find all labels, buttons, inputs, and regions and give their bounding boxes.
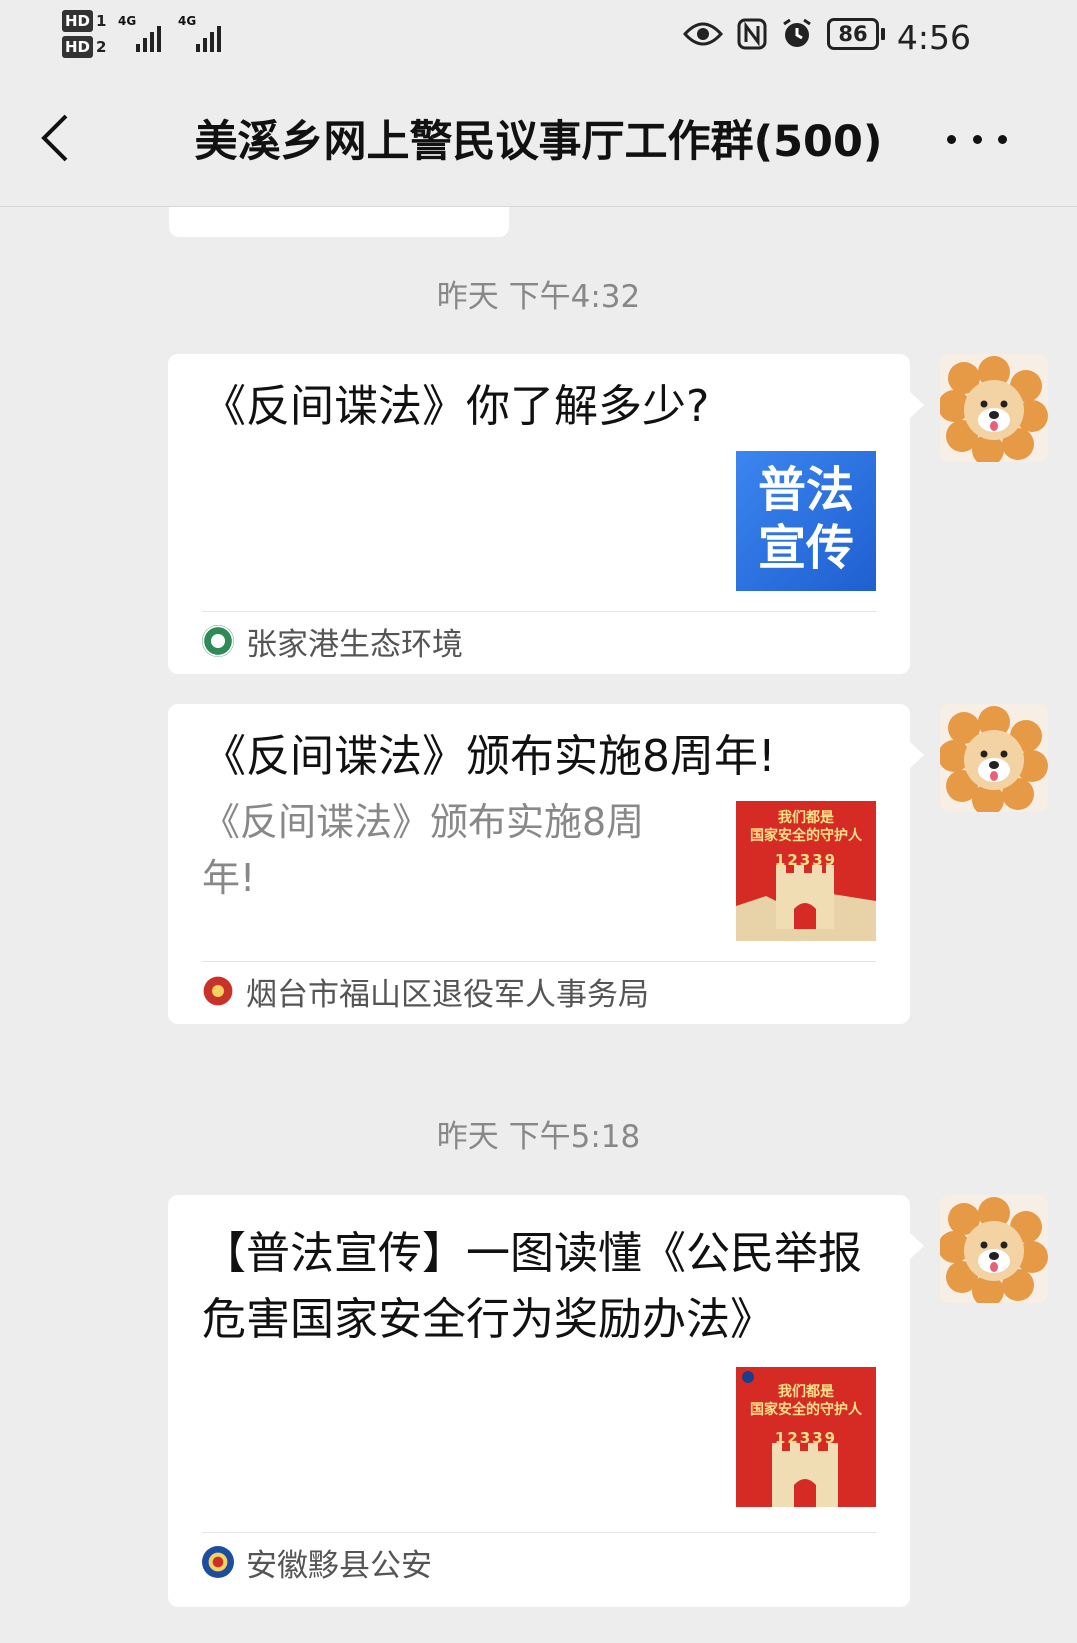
card-title: 《反间谍法》你了解多少? — [202, 381, 710, 432]
card-thumbnail: 普法 宣传 — [736, 451, 876, 591]
alarm-icon — [783, 18, 811, 47]
great-wall-illustration — [736, 865, 876, 941]
source-logo-icon — [202, 1546, 234, 1578]
thumb-text-line1: 普法 — [757, 462, 854, 518]
title-bar: 美溪乡网上警民议事厅工作群(500) — [0, 78, 1077, 207]
clock: 4:56 — [896, 18, 971, 57]
status-icons: 86 — [683, 18, 885, 50]
status-bar: HD 1 HD 2 4G 4G 86 4:56 — [0, 0, 1077, 78]
chat-title: 美溪乡网上警民议事厅工作群(500) — [194, 117, 883, 167]
avatar[interactable] — [940, 354, 1048, 462]
chat-area[interactable]: 昨天 下午4:32 《反间谍法》你了解多少? 普法 宣传 张家港生态环境 《反间… — [0, 207, 1077, 1643]
previous-message-bubble[interactable] — [169, 207, 509, 237]
sim1-indicator: HD 1 — [62, 10, 106, 32]
link-card-message[interactable]: 《反间谍法》颁布实施8周年! 《反间谍法》颁布实施8周年! 我们都是 国家安全的… — [168, 704, 924, 1024]
card-title: 《反间谍法》颁布实施8周年! — [202, 731, 776, 782]
divider — [202, 1532, 876, 1533]
signal-icon-2: 4G — [178, 14, 221, 52]
dog-avatar-icon — [940, 1195, 1048, 1303]
source-name: 安徽黟县公安 — [246, 1547, 432, 1584]
card-thumbnail: 我们都是 国家安全的守护人 12339 — [736, 1367, 876, 1507]
card-source: 烟台市福山区退役军人事务局 — [202, 966, 876, 1016]
avatar[interactable] — [940, 1195, 1048, 1303]
more-options-button[interactable] — [947, 114, 1007, 164]
card-description: 《反间谍法》颁布实施8周年! — [202, 800, 645, 900]
avatar[interactable] — [940, 704, 1048, 812]
dot-icon — [947, 134, 956, 144]
card-source: 安徽黟县公安 — [202, 1537, 876, 1587]
dog-avatar-icon — [940, 354, 1048, 462]
sim-indicators: HD 1 HD 2 — [62, 10, 106, 62]
dog-avatar-icon — [940, 704, 1048, 812]
source-name: 烟台市福山区退役军人事务局 — [246, 976, 649, 1013]
link-card-message[interactable]: 【普法宣传】一图读懂《公民举报危害国家安全行为奖励办法》 我们都是 国家安全的守… — [168, 1195, 924, 1607]
divider — [202, 611, 876, 612]
card-title: 【普法宣传】一图读懂《公民举报危害国家安全行为奖励办法》 — [202, 1228, 862, 1345]
source-name: 张家港生态环境 — [246, 626, 463, 663]
eye-icon — [683, 22, 723, 46]
card-thumbnail: 我们都是 国家安全的守护人 12339 — [736, 801, 876, 941]
divider — [202, 961, 876, 962]
great-wall-illustration — [742, 1371, 838, 1507]
sim2-indicator: HD 2 — [62, 36, 106, 58]
battery-icon: 86 — [827, 18, 885, 50]
dot-icon — [998, 134, 1007, 144]
thumb-text-line2: 宣传 — [757, 520, 854, 576]
source-logo-icon — [202, 625, 234, 657]
nfc-icon — [737, 18, 767, 50]
source-logo-icon — [202, 975, 234, 1007]
timestamp: 昨天 下午4:32 — [436, 279, 641, 315]
card-source: 张家港生态环境 — [202, 616, 876, 666]
signal-icon: 4G — [118, 14, 161, 52]
timestamp: 昨天 下午5:18 — [436, 1119, 641, 1155]
dot-icon — [972, 134, 982, 144]
link-card-message[interactable]: 《反间谍法》你了解多少? 普法 宣传 张家港生态环境 — [168, 354, 924, 674]
